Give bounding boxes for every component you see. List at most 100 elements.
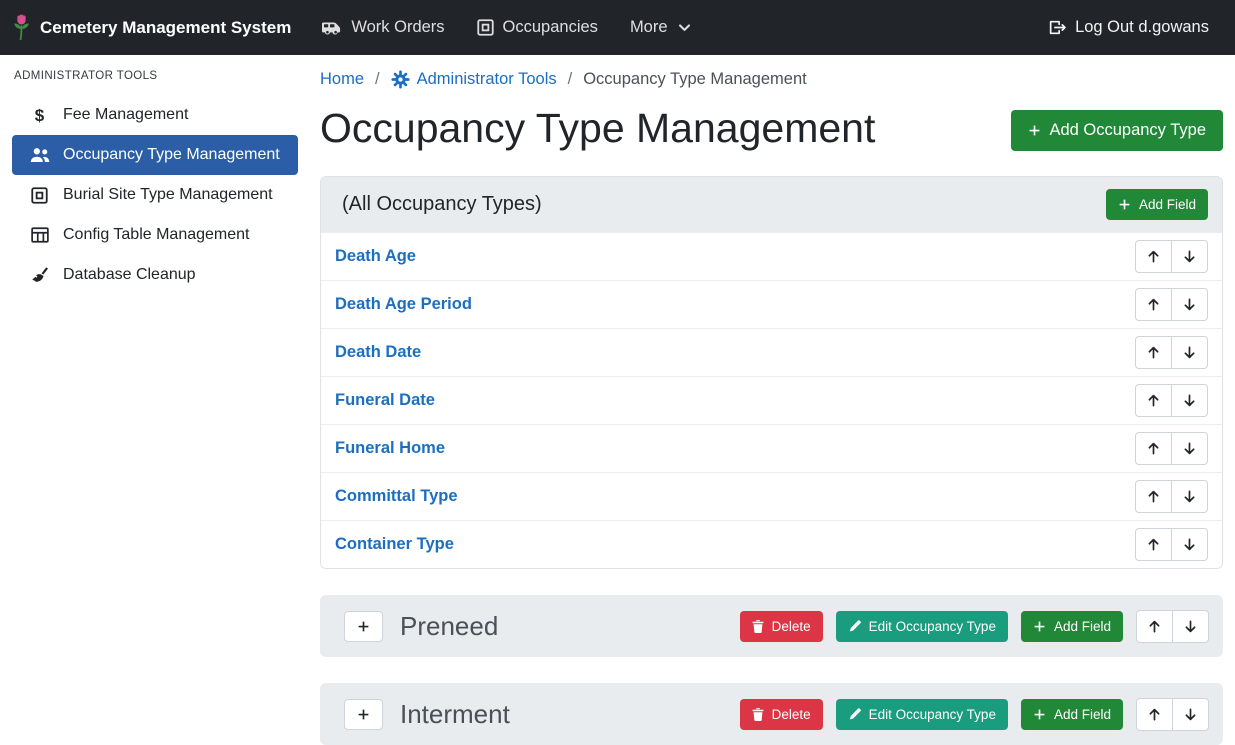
field-row: Container Type (321, 520, 1222, 568)
move-down-button[interactable] (1171, 480, 1208, 513)
move-up-button[interactable] (1136, 610, 1173, 643)
plus-icon (357, 620, 370, 633)
reorder-group (1135, 480, 1208, 513)
section-actions: Delete Edit Occupancy Type Add Field (740, 610, 1209, 643)
sidebar-item-label: Database Cleanup (63, 266, 196, 284)
sidebar-item-occupancy-type-management[interactable]: Occupancy Type Management (12, 135, 298, 175)
move-down-button[interactable] (1172, 610, 1209, 643)
logout-button[interactable]: Log Out d.gowans (1048, 18, 1209, 37)
add-occupancy-type-button[interactable]: Add Occupancy Type (1011, 110, 1223, 151)
sidebar-item-database-cleanup[interactable]: Database Cleanup (12, 255, 298, 295)
breadcrumb-admin-tools-label: Administrator Tools (417, 70, 557, 89)
edit-label: Edit Occupancy Type (869, 707, 996, 722)
arrow-up-icon (1146, 393, 1161, 408)
field-link[interactable]: Committal Type (335, 487, 458, 506)
move-down-button[interactable] (1171, 528, 1208, 561)
add-field-label: Add Field (1054, 619, 1111, 634)
move-down-button[interactable] (1171, 384, 1208, 417)
breadcrumb-separator: / (375, 70, 380, 89)
section-title: Interment (400, 699, 510, 730)
fee-dollar-icon: $ (29, 107, 50, 124)
nav-item-more[interactable]: More (630, 18, 691, 37)
move-up-button[interactable] (1135, 432, 1172, 465)
move-up-button[interactable] (1135, 240, 1172, 273)
breadcrumb-home-link[interactable]: Home (320, 70, 364, 89)
reorder-group (1135, 288, 1208, 321)
nav-item-label: Work Orders (351, 18, 444, 37)
delete-label: Delete (772, 707, 811, 722)
delete-button[interactable]: Delete (740, 699, 823, 730)
arrow-down-icon (1182, 297, 1197, 312)
move-up-button[interactable] (1135, 480, 1172, 513)
field-link[interactable]: Funeral Home (335, 439, 445, 458)
app-title: Cemetery Management System (40, 18, 291, 38)
sidebar-item-config-table-management[interactable]: Config Table Management (12, 215, 298, 255)
app-brand[interactable]: Cemetery Management System (12, 14, 291, 41)
field-link[interactable]: Container Type (335, 535, 454, 554)
move-down-button[interactable] (1171, 432, 1208, 465)
chevron-down-icon (678, 21, 691, 34)
top-navbar: Cemetery Management System Work Orders O… (0, 0, 1235, 55)
trash-icon (752, 708, 764, 721)
field-list: Death Age Death Age Period Death Date (321, 232, 1222, 568)
nav-item-occupancies[interactable]: Occupancies (477, 18, 598, 37)
expand-button[interactable] (344, 699, 383, 730)
add-occupancy-type-label: Add Occupancy Type (1049, 121, 1206, 140)
flower-logo-icon (12, 14, 31, 41)
pencil-icon (848, 708, 861, 721)
add-field-button[interactable]: Add Field (1021, 699, 1123, 730)
add-field-label: Add Field (1054, 707, 1111, 722)
reorder-group (1136, 610, 1209, 643)
page-title: Occupancy Type Management (320, 105, 875, 152)
nav-item-label: Occupancies (503, 18, 598, 37)
breadcrumb-admin-tools-link[interactable]: Administrator Tools (391, 70, 557, 89)
nav-item-work-orders[interactable]: Work Orders (321, 18, 444, 37)
field-link[interactable]: Death Age Period (335, 295, 472, 314)
add-field-label: Add Field (1139, 197, 1196, 212)
field-row: Funeral Date (321, 376, 1222, 424)
add-field-button[interactable]: Add Field (1106, 189, 1208, 220)
field-link[interactable]: Funeral Date (335, 391, 435, 410)
plus-icon (357, 708, 370, 721)
move-up-button[interactable] (1135, 528, 1172, 561)
arrow-down-icon (1183, 619, 1198, 634)
pencil-icon (848, 620, 861, 633)
edit-occupancy-type-button[interactable]: Edit Occupancy Type (836, 699, 1008, 730)
delete-button[interactable]: Delete (740, 611, 823, 642)
arrow-up-icon (1146, 297, 1161, 312)
arrow-down-icon (1183, 707, 1198, 722)
arrow-up-icon (1147, 707, 1162, 722)
add-field-button[interactable]: Add Field (1021, 611, 1123, 642)
move-down-button[interactable] (1171, 240, 1208, 273)
field-row: Committal Type (321, 472, 1222, 520)
occupancies-icon (477, 19, 494, 36)
edit-occupancy-type-button[interactable]: Edit Occupancy Type (836, 611, 1008, 642)
field-link[interactable]: Death Age (335, 247, 416, 266)
sidebar-menu: $ Fee Management Occupancy Type Manageme… (0, 95, 308, 295)
move-down-button[interactable] (1171, 288, 1208, 321)
move-up-button[interactable] (1135, 384, 1172, 417)
occupancy-type-sections: Preneed Delete Edit Occupancy Type Add F… (320, 595, 1223, 745)
sidebar-item-label: Fee Management (63, 106, 188, 124)
sidebar: ADMINISTRATOR TOOLS $ Fee Management Occ… (0, 55, 308, 738)
edit-label: Edit Occupancy Type (869, 619, 996, 634)
arrow-down-icon (1182, 345, 1197, 360)
trash-icon (752, 620, 764, 633)
cleanup-broom-icon (29, 267, 50, 283)
move-up-button[interactable] (1135, 336, 1172, 369)
move-up-button[interactable] (1136, 698, 1173, 731)
expand-button[interactable] (344, 611, 383, 642)
sidebar-item-fee-management[interactable]: $ Fee Management (12, 95, 298, 135)
move-down-button[interactable] (1172, 698, 1209, 731)
section-preneed: Preneed Delete Edit Occupancy Type Add F… (320, 595, 1223, 657)
move-up-button[interactable] (1135, 288, 1172, 321)
nav-item-label: More (630, 18, 668, 37)
section-interment: Interment Delete Edit Occupancy Type Add… (320, 683, 1223, 745)
main-content: Home / Administrator Tools / Occupancy T… (308, 55, 1235, 738)
sidebar-item-burial-site-type-management[interactable]: Burial Site Type Management (12, 175, 298, 215)
reorder-group (1135, 336, 1208, 369)
reorder-group (1135, 528, 1208, 561)
move-down-button[interactable] (1171, 336, 1208, 369)
field-link[interactable]: Death Date (335, 343, 421, 362)
logout-icon (1048, 19, 1066, 36)
